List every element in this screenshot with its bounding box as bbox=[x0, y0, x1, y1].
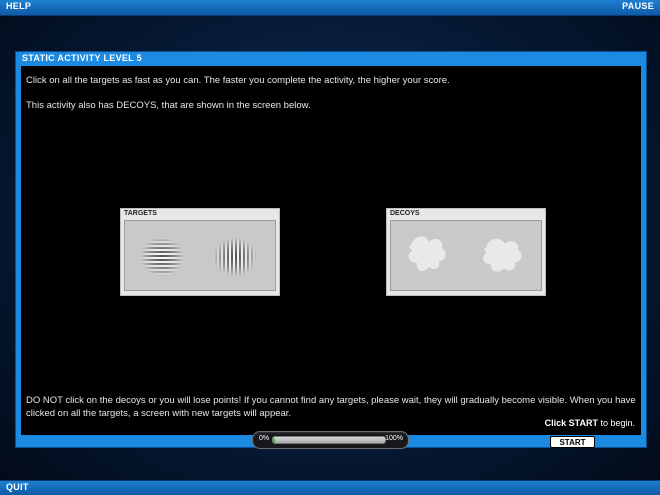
progress-max-label: 100% bbox=[385, 435, 403, 442]
top-bar: HELP PAUSE bbox=[0, 0, 660, 16]
gabor-targets-image bbox=[139, 235, 258, 279]
decoys-example-card: DECOYS bbox=[386, 208, 546, 296]
instructions-area: Click on all the targets as fast as you … bbox=[21, 66, 641, 435]
blob-decoys-image bbox=[408, 236, 522, 272]
panel-title: STATIC ACTIVITY LEVEL 5 bbox=[22, 53, 142, 63]
decoys-preview bbox=[390, 220, 542, 291]
progress-fill bbox=[273, 437, 276, 443]
help-button[interactable]: HELP bbox=[6, 1, 31, 11]
instruction-text-1: Click on all the targets as fast as you … bbox=[26, 75, 450, 86]
instruction-text-2: This activity also has DECOYS, that are … bbox=[26, 100, 311, 111]
click-start-hint: Click START to begin. bbox=[545, 418, 635, 428]
quit-button[interactable]: QUIT bbox=[6, 482, 29, 492]
targets-preview bbox=[124, 220, 276, 291]
decoys-label: DECOYS bbox=[390, 210, 420, 217]
targets-label: TARGETS bbox=[124, 210, 157, 217]
progress-min-label: 0% bbox=[259, 435, 270, 442]
click-start-bold: Click START bbox=[544, 418, 598, 428]
progress-bar: 0% 100% bbox=[252, 431, 409, 449]
activity-panel: STATIC ACTIVITY LEVEL 5 Click on all the… bbox=[15, 51, 647, 448]
click-start-rest: to begin. bbox=[597, 418, 635, 428]
targets-example-card: TARGETS bbox=[120, 208, 280, 296]
start-button[interactable]: START bbox=[550, 436, 595, 448]
pause-button[interactable]: PAUSE bbox=[622, 1, 654, 11]
progress-track bbox=[272, 436, 386, 444]
instruction-text-3: DO NOT click on the decoys or you will l… bbox=[26, 395, 636, 419]
bottom-bar: QUIT bbox=[0, 480, 660, 495]
